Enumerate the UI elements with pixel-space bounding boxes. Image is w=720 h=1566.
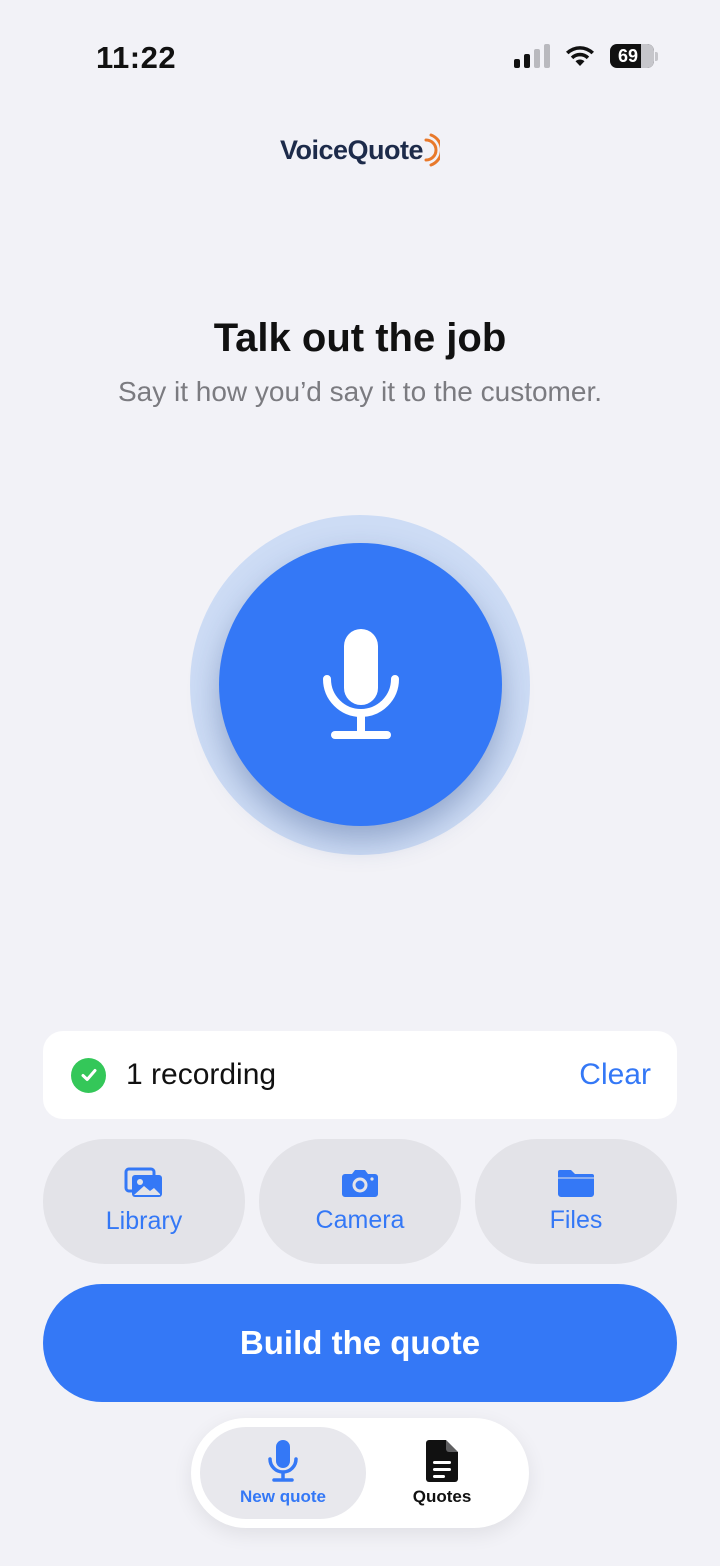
photo-library-icon: [124, 1167, 162, 1197]
battery-indicator: 69: [610, 44, 658, 68]
tab-new-quote[interactable]: New quote: [200, 1427, 366, 1519]
record-button[interactable]: [219, 543, 502, 826]
tab-bar: New quote Quotes: [191, 1418, 529, 1528]
app-logo: VoiceQuote: [0, 132, 720, 168]
tab-new-quote-label: New quote: [240, 1487, 326, 1506]
page-subtitle: Say it how you’d say it to the customer.: [117, 376, 602, 407]
cellular-signal-icon: [514, 44, 550, 68]
files-button[interactable]: Files: [475, 1139, 677, 1264]
screen: 11:22 69 VoiceQuote Talk out the job Say…: [0, 0, 720, 1566]
checkmark-icon: [71, 1057, 106, 1093]
battery-percent: 69: [617, 45, 639, 66]
build-quote-button[interactable]: Build the quote: [43, 1284, 677, 1402]
sound-wave-icon: [424, 133, 441, 167]
tab-quotes-label: Quotes: [412, 1487, 472, 1506]
battery-icon: 69: [610, 44, 654, 68]
status-time: 11:22: [96, 40, 177, 75]
camera-icon: [342, 1170, 378, 1197]
microphone-icon: [322, 628, 399, 739]
wifi-icon: [566, 46, 594, 66]
folder-icon: [558, 1170, 594, 1197]
clear-button[interactable]: Clear: [579, 1058, 651, 1092]
files-label: Files: [549, 1206, 603, 1234]
logo-text: VoiceQuote: [279, 134, 424, 165]
recording-count: 1 recording: [126, 1058, 277, 1091]
library-label: Library: [105, 1207, 183, 1235]
status-indicators: 69: [514, 44, 658, 68]
microphone-icon: [268, 1440, 298, 1482]
camera-button[interactable]: Camera: [259, 1139, 461, 1264]
page-title: Talk out the job: [213, 316, 507, 360]
library-button[interactable]: Library: [43, 1139, 245, 1264]
recording-summary-card: 1 recording Clear: [43, 1031, 677, 1119]
camera-label: Camera: [315, 1206, 405, 1234]
tab-quotes[interactable]: Quotes: [366, 1427, 518, 1519]
document-icon: [426, 1440, 458, 1482]
